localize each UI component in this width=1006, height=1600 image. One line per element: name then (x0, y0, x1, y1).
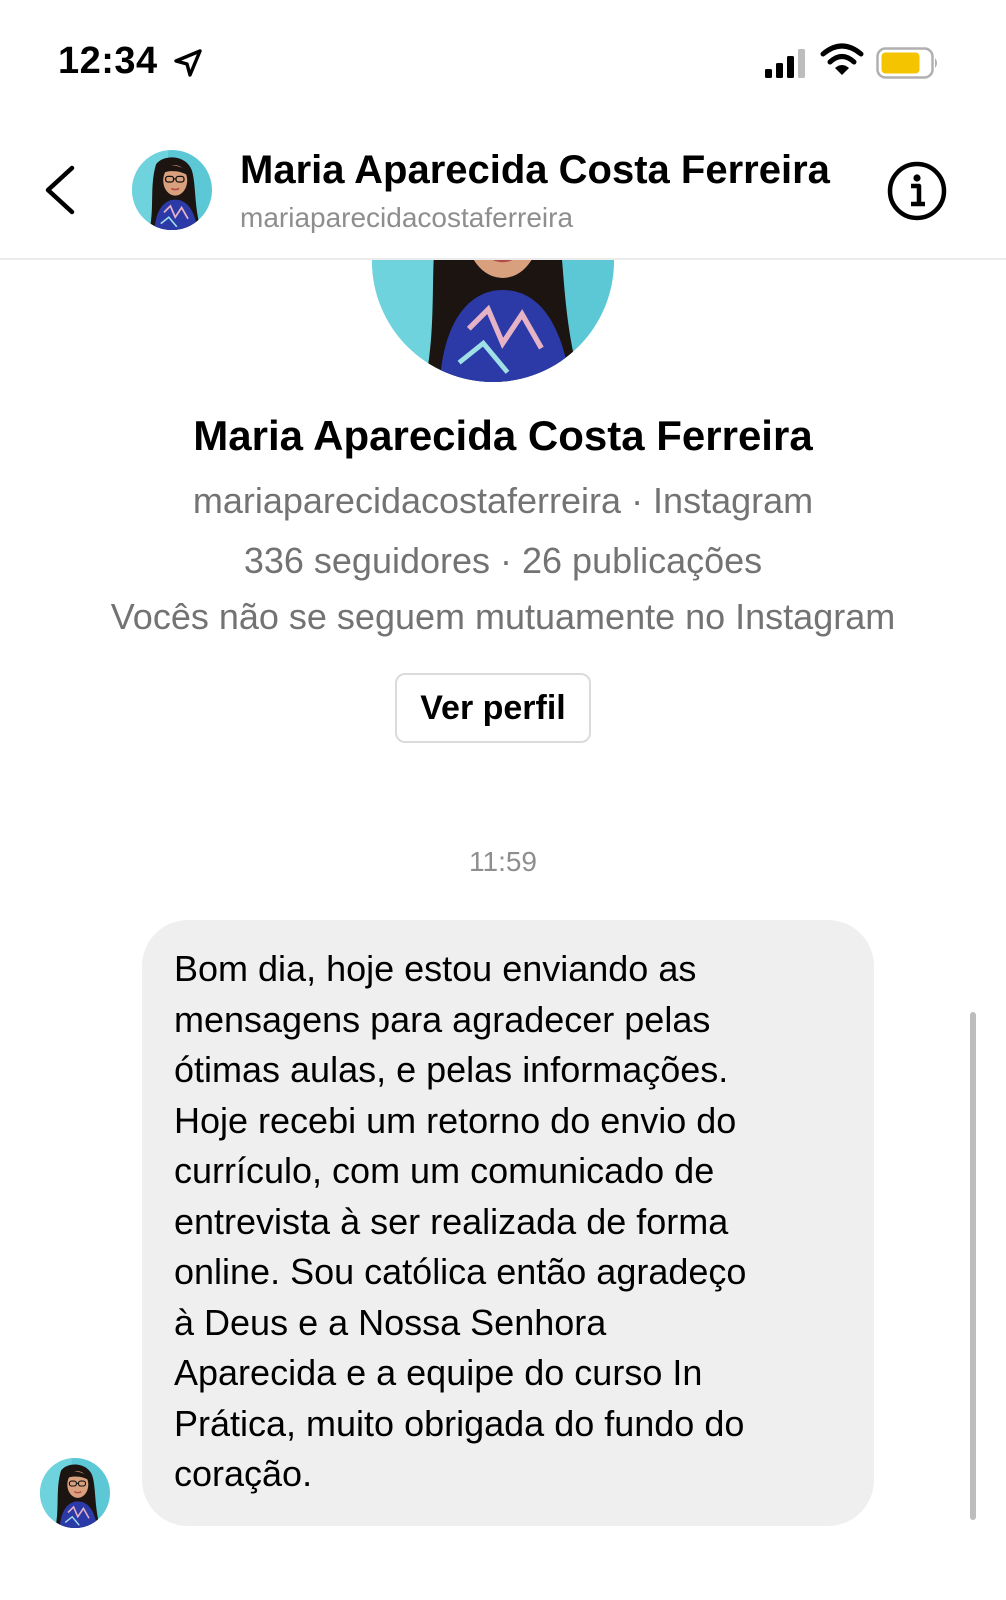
wifi-icon (820, 43, 864, 75)
chat-header: Maria Aparecida Costa Ferreira mariapare… (0, 120, 1006, 260)
view-profile-button[interactable]: Ver perfil (395, 673, 591, 743)
info-icon[interactable] (886, 160, 948, 222)
message-bubble[interactable]: Bom dia, hoje estou enviando as mensagen… (142, 920, 874, 1526)
location-arrow-icon (174, 49, 202, 77)
profile-name: Maria Aparecida Costa Ferreira (193, 412, 813, 459)
status-bar: 12:34 (0, 0, 1006, 120)
status-time: 12:34 (58, 40, 158, 82)
sender-avatar[interactable] (40, 1458, 110, 1528)
message-timestamp: 11:59 (469, 846, 537, 877)
message-text: Bom dia, hoje estou enviando as mensagen… (174, 948, 747, 1494)
back-button[interactable] (36, 160, 86, 220)
profile-stats-line: 336 seguidores · 26 publicações (243, 540, 763, 581)
profile-source-line: mariaparecidacostaferreira · Instagram (192, 480, 814, 521)
header-username: mariaparecidacostaferreira (240, 202, 574, 233)
battery-icon (876, 47, 937, 79)
scrollbar[interactable] (970, 1012, 976, 1520)
header-contact-name[interactable]: Maria Aparecida Costa Ferreira (240, 148, 830, 193)
cellular-signal-icon (765, 49, 805, 78)
header-avatar[interactable] (132, 150, 212, 230)
profile-relation-line: Vocês não se seguem mutuamente no Instag… (110, 596, 896, 637)
